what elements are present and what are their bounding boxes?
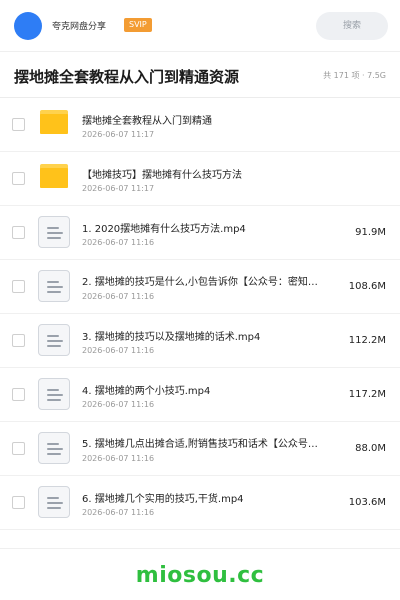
file-size: 112.2M — [348, 335, 386, 346]
file-name[interactable]: 6. 摆地摊几个实用的技巧,干货.mp4 — [82, 490, 334, 505]
file-list: 摆地摊全套教程从入门到精通 2026-06-07 11:17 【地摊技巧】摆地摊有什… — [0, 98, 400, 530]
row-checkbox[interactable] — [12, 118, 25, 131]
file-row[interactable]: 3. 摆地摊的技巧以及摆地摊的话术.mp4 2026-06-07 11:16 112… — [0, 314, 400, 368]
video-file-icon — [38, 324, 70, 356]
file-date: 2026-06-07 11:16 — [82, 238, 155, 247]
title-bar: 摆地摊全套教程从入门到精通资源 共 171 项 · 7.5G — [0, 52, 400, 98]
row-checkbox[interactable] — [12, 280, 25, 293]
video-file-icon — [38, 432, 70, 464]
file-size: 117.2M — [348, 389, 386, 400]
file-row[interactable]: 1. 2020摆地摊有什么技巧方法.mp4 2026-06-07 11:16 91.… — [0, 206, 400, 260]
footer: miosou.cc — [0, 548, 400, 600]
file-date: 2026-06-07 11:16 — [82, 400, 155, 409]
row-checkbox[interactable] — [12, 442, 25, 455]
file-date: 2026-06-07 11:17 — [82, 130, 155, 139]
row-checkbox[interactable] — [12, 388, 25, 401]
file-size: 91.9M — [355, 227, 386, 238]
file-row[interactable]: 4. 摆地摊的两个小技巧.mp4 2026-06-07 11:16 117.2M — [0, 368, 400, 422]
file-size: 103.6M — [348, 497, 386, 508]
watermark: miosou.cc — [135, 563, 265, 588]
file-date: 2026-06-07 11:16 — [82, 292, 155, 301]
video-file-icon — [38, 486, 70, 518]
file-name[interactable]: 2. 摆地摊的技巧是什么,小包告诉你【公众号：密知… — [82, 274, 334, 308]
file-name[interactable]: 摆地摊全套教程从入门到精通 — [82, 112, 334, 127]
row-checkbox[interactable] — [12, 496, 25, 509]
file-row[interactable]: 6. 摆地摊几个实用的技巧,干货.mp4 2026-06-07 11:16 103.… — [0, 476, 400, 530]
file-row[interactable]: 摆地摊全套教程从入门到精通 2026-06-07 11:17 — [0, 98, 400, 152]
search-input[interactable]: 搜索 — [316, 12, 388, 40]
file-name[interactable]: 5. 摆地摊几点出摊合适,附销售技巧和话术【公众号… — [82, 436, 334, 470]
file-date: 2026-06-07 11:16 — [82, 508, 155, 517]
top-header: 夸克网盘分享 SVIP 搜索 — [0, 0, 400, 52]
file-name[interactable]: 【地摊技巧】摆地摊有什么技巧方法 — [82, 166, 334, 181]
file-row[interactable]: 5. 摆地摊几点出摊合适,附销售技巧和话术【公众号… 2026-06-07 11:… — [0, 422, 400, 476]
row-checkbox[interactable] — [12, 172, 25, 185]
file-name[interactable]: 1. 2020摆地摊有什么技巧方法.mp4 — [82, 220, 334, 235]
file-row[interactable]: 2. 摆地摊的技巧是什么,小包告诉你【公众号：密知… 2026-06-07 11:… — [0, 260, 400, 314]
video-file-icon — [38, 270, 70, 302]
file-date: 2026-06-07 11:16 — [82, 346, 155, 355]
file-size: 108.6M — [348, 281, 386, 292]
item-summary: 共 171 项 · 7.5G — [323, 71, 386, 80]
file-row[interactable]: 【地摊技巧】摆地摊有什么技巧方法 2026-06-07 11:17 — [0, 152, 400, 206]
video-file-icon — [38, 216, 70, 248]
avatar[interactable] — [14, 12, 42, 40]
file-name[interactable]: 3. 摆地摊的技巧以及摆地摊的话术.mp4 — [82, 328, 334, 343]
folder-icon — [38, 108, 70, 140]
svip-badge: SVIP — [124, 18, 152, 32]
page-title: 摆地摊全套教程从入门到精通资源 — [14, 68, 240, 86]
video-file-icon — [38, 378, 70, 410]
share-owner-name: 夸克网盘分享 — [52, 22, 107, 32]
file-date: 2026-06-07 11:17 — [82, 184, 155, 193]
row-checkbox[interactable] — [12, 334, 25, 347]
file-size: 88.0M — [355, 443, 386, 454]
folder-icon — [38, 162, 70, 194]
row-checkbox[interactable] — [12, 226, 25, 239]
file-name[interactable]: 4. 摆地摊的两个小技巧.mp4 — [82, 382, 334, 397]
file-date: 2026-06-07 11:16 — [82, 454, 155, 463]
